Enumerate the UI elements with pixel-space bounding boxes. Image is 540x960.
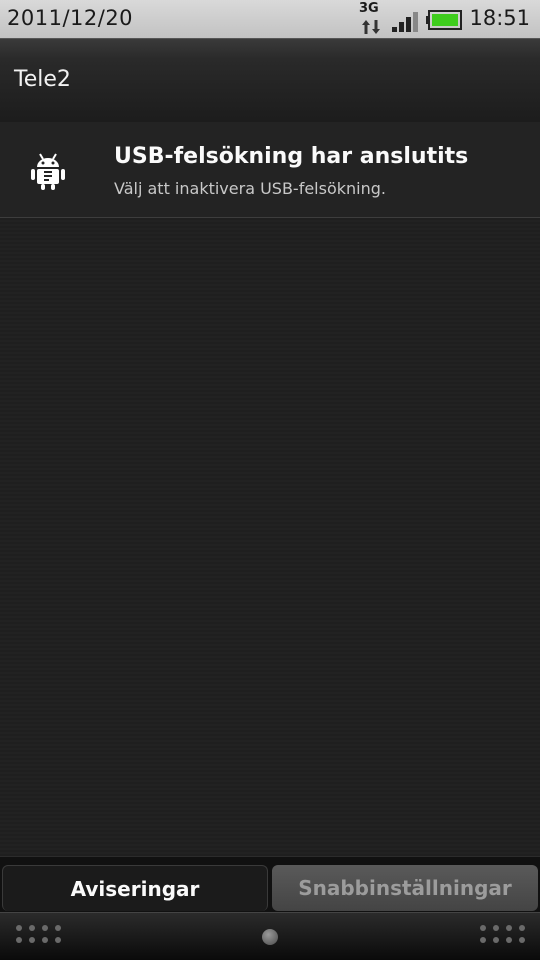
grip-dots-right-icon (480, 925, 525, 943)
android-debug-icon (31, 153, 65, 190)
network-type-label: 3G (359, 1, 379, 16)
status-bar: 2011/12/20 3G 18:51 (0, 0, 540, 38)
tab-bar: Aviseringar Snabbinställningar (0, 856, 540, 913)
carrier-name: Tele2 (14, 67, 71, 92)
signal-bars-icon (392, 12, 418, 32)
data-arrows-icon (362, 20, 380, 34)
notification-subtitle: Välj att inaktivera USB-felsökning. (114, 179, 386, 198)
notification-usb-debugging[interactable]: USB-felsökning har anslutits Välj att in… (0, 122, 540, 218)
drag-handle[interactable] (0, 912, 540, 960)
notification-header: Tele2 (0, 38, 540, 122)
battery-icon (426, 10, 462, 30)
notification-list-empty-area (0, 218, 540, 856)
notification-title: USB-felsökning har anslutits (114, 144, 469, 169)
tab-notifications[interactable]: Aviseringar (2, 865, 268, 911)
tab-quick-settings[interactable]: Snabbinställningar (272, 865, 538, 911)
grip-dots-left-icon (16, 925, 61, 943)
status-date: 2011/12/20 (7, 6, 134, 30)
handle-knob-icon (262, 929, 278, 945)
network-3g-indicator: 3G (359, 2, 383, 36)
status-time: 18:51 (469, 6, 530, 30)
